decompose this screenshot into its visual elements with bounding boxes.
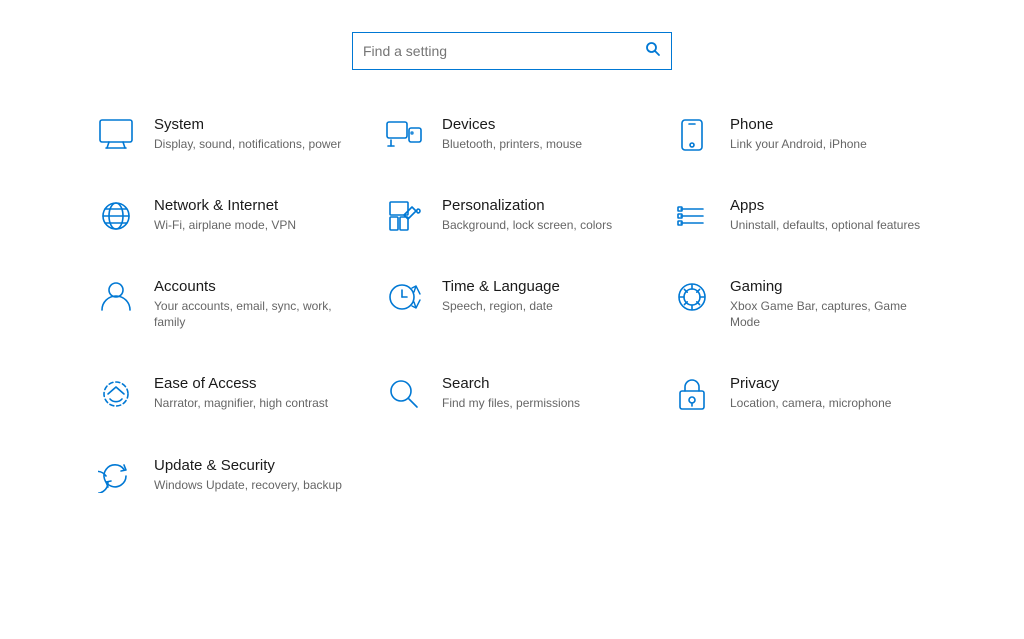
apps-icon: [668, 197, 716, 233]
privacy-icon: [668, 375, 716, 413]
time-icon: [380, 278, 428, 314]
setting-item-apps[interactable]: Apps Uninstall, defaults, optional featu…: [656, 179, 944, 252]
setting-desc-apps: Uninstall, defaults, optional features: [730, 217, 920, 234]
setting-item-personalization[interactable]: Personalization Background, lock screen,…: [368, 179, 656, 252]
setting-desc-time: Speech, region, date: [442, 298, 560, 315]
personalization-icon: [380, 197, 428, 233]
monitor-icon: [92, 116, 140, 150]
setting-title-network: Network & Internet: [154, 197, 296, 214]
setting-desc-devices: Bluetooth, printers, mouse: [442, 136, 582, 153]
globe-icon: [92, 197, 140, 233]
setting-title-time: Time & Language: [442, 278, 560, 295]
setting-item-accounts[interactable]: Accounts Your accounts, email, sync, wor…: [80, 260, 368, 350]
setting-title-privacy: Privacy: [730, 375, 891, 392]
setting-item-search[interactable]: Search Find my files, permissions: [368, 357, 656, 431]
setting-item-privacy[interactable]: Privacy Location, camera, microphone: [656, 357, 944, 431]
search-input[interactable]: [363, 43, 645, 59]
phone-icon: [668, 116, 716, 152]
setting-title-gaming: Gaming: [730, 278, 924, 295]
devices-icon: [380, 116, 428, 150]
setting-item-network[interactable]: Network & Internet Wi-Fi, airplane mode,…: [80, 179, 368, 252]
search-icon: [380, 375, 428, 411]
setting-desc-privacy: Location, camera, microphone: [730, 395, 891, 412]
setting-title-system: System: [154, 116, 341, 133]
setting-title-accounts: Accounts: [154, 278, 348, 295]
setting-item-system[interactable]: System Display, sound, notifications, po…: [80, 98, 368, 171]
setting-title-update: Update & Security: [154, 457, 342, 474]
person-icon: [92, 278, 140, 314]
setting-desc-search: Find my files, permissions: [442, 395, 580, 412]
setting-item-devices[interactable]: Devices Bluetooth, printers, mouse: [368, 98, 656, 171]
update-icon: [92, 457, 140, 493]
gaming-icon: [668, 278, 716, 314]
search-icon: [645, 41, 661, 62]
setting-desc-accounts: Your accounts, email, sync, work, family: [154, 298, 348, 332]
setting-desc-phone: Link your Android, iPhone: [730, 136, 867, 153]
setting-desc-personalization: Background, lock screen, colors: [442, 217, 612, 234]
setting-title-search: Search: [442, 375, 580, 392]
ease-icon: [92, 375, 140, 411]
setting-desc-ease: Narrator, magnifier, high contrast: [154, 395, 328, 412]
setting-desc-network: Wi-Fi, airplane mode, VPN: [154, 217, 296, 234]
setting-title-apps: Apps: [730, 197, 920, 214]
setting-desc-update: Windows Update, recovery, backup: [154, 477, 342, 494]
setting-title-devices: Devices: [442, 116, 582, 133]
setting-title-ease: Ease of Access: [154, 375, 328, 392]
setting-item-gaming[interactable]: Gaming Xbox Game Bar, captures, Game Mod…: [656, 260, 944, 350]
setting-item-ease[interactable]: Ease of Access Narrator, magnifier, high…: [80, 357, 368, 431]
setting-desc-system: Display, sound, notifications, power: [154, 136, 341, 153]
settings-grid: System Display, sound, notifications, po…: [0, 98, 1024, 542]
setting-item-phone[interactable]: Phone Link your Android, iPhone: [656, 98, 944, 171]
setting-title-personalization: Personalization: [442, 197, 612, 214]
setting-item-update[interactable]: Update & Security Windows Update, recove…: [80, 439, 368, 512]
setting-title-phone: Phone: [730, 116, 867, 133]
setting-desc-gaming: Xbox Game Bar, captures, Game Mode: [730, 298, 924, 332]
search-bar[interactable]: [352, 32, 672, 70]
setting-item-time[interactable]: Time & Language Speech, region, date: [368, 260, 656, 350]
